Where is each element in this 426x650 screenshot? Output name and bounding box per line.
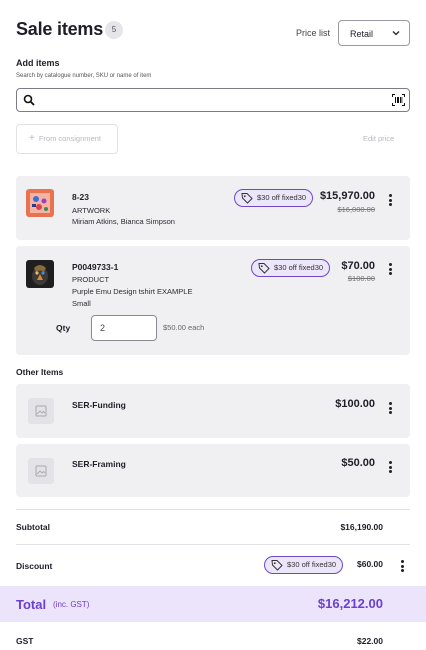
gst-value: $22.00 <box>357 636 383 646</box>
total-label: Total <box>16 597 47 612</box>
more-vertical-icon[interactable] <box>399 560 405 574</box>
discount-value: $60.00 <box>357 559 383 569</box>
item-original-price: $100.00 <box>347 274 375 283</box>
divider <box>16 509 410 510</box>
discount-tag[interactable]: $30 off fixed30 <box>234 189 314 207</box>
discount-tag-label: $30 off fixed30 <box>274 263 324 272</box>
other-item-card: SER-Funding $100.00 <box>16 384 410 438</box>
more-vertical-icon[interactable] <box>387 194 393 208</box>
item-code: P0049733-1 <box>72 262 119 272</box>
total-row: Total (inc. GST) $16,212.00 <box>0 586 426 622</box>
discount-label: Discount <box>16 561 53 571</box>
total-tax-note: (inc. GST) <box>53 600 90 609</box>
item-price: $15,970.00 <box>319 190 375 202</box>
other-item-name: SER-Framing <box>72 459 126 469</box>
chevron-down-icon <box>392 31 400 36</box>
item-count-badge: 5 <box>105 21 123 39</box>
item-type: PRODUCT <box>72 275 110 284</box>
subtotal-value: $16,190.00 <box>340 522 383 532</box>
image-placeholder-icon <box>28 458 54 484</box>
more-vertical-icon[interactable] <box>387 263 393 277</box>
page-title: Sale items <box>16 19 104 39</box>
quantity-input[interactable] <box>91 315 157 341</box>
other-item-name: SER-Funding <box>72 400 126 410</box>
discount-tag[interactable]: $30 off fixed30 <box>264 556 344 574</box>
discount-tag-label: $30 off fixed30 <box>287 560 337 569</box>
search-box <box>16 88 410 112</box>
unit-price-each: $50.00 each <box>163 323 205 332</box>
more-vertical-icon[interactable] <box>387 461 393 475</box>
item-variant: Small <box>72 299 91 308</box>
item-original-price: $16,000.00 <box>337 205 375 214</box>
price-list-value: Retail <box>350 29 374 39</box>
edit-price-button[interactable]: Edit price <box>363 134 394 143</box>
sale-item-card: 8-23 ARTWORK Miriam Atkins, Bianca Simps… <box>16 176 410 240</box>
item-thumbnail <box>26 260 54 288</box>
item-thumbnail <box>26 189 54 217</box>
more-vertical-icon[interactable] <box>387 402 393 416</box>
plus-icon: + <box>29 133 35 144</box>
from-consignment-label: From consignment <box>38 134 101 143</box>
item-code: 8-23 <box>72 192 90 202</box>
price-list-select[interactable]: Retail <box>338 20 410 46</box>
item-artists: Miriam Atkins, Bianca Simpson <box>72 217 175 226</box>
item-type: ARTWORK <box>72 206 111 215</box>
gst-label: GST <box>16 636 34 646</box>
search-icon <box>23 94 35 106</box>
other-items-heading: Other Items <box>16 367 64 377</box>
tag-icon <box>258 263 270 274</box>
barcode-scan-icon[interactable] <box>392 94 405 106</box>
divider <box>16 544 410 545</box>
tag-icon <box>241 193 253 204</box>
search-input[interactable] <box>41 92 381 108</box>
other-item-price: $100.00 <box>335 398 375 410</box>
page-header: Sale items 5 Price list Retail <box>16 18 410 48</box>
discount-tag-label: $30 off fixed30 <box>257 193 307 202</box>
discount-tag[interactable]: $30 off fixed30 <box>251 259 331 277</box>
price-list-label: Price list <box>296 28 331 38</box>
qty-label: Qty <box>56 323 71 333</box>
total-value: $16,212.00 <box>317 596 383 611</box>
other-item-price: $50.00 <box>341 457 375 469</box>
other-item-card: SER-Framing $50.00 <box>16 444 410 497</box>
tag-icon <box>271 560 283 571</box>
add-items-help: Search by catalogue number, SKU or name … <box>16 73 152 79</box>
image-placeholder-icon <box>28 398 54 424</box>
sale-item-card: P0049733-1 PRODUCT Purple Emu Design tsh… <box>16 246 410 355</box>
item-price: $70.00 <box>341 260 375 272</box>
item-description: Purple Emu Design tshirt EXAMPLE <box>72 287 193 296</box>
from-consignment-button[interactable]: + From consignment <box>16 124 118 154</box>
subtotal-label: Subtotal <box>16 522 50 532</box>
add-items-label: Add items <box>16 58 60 68</box>
